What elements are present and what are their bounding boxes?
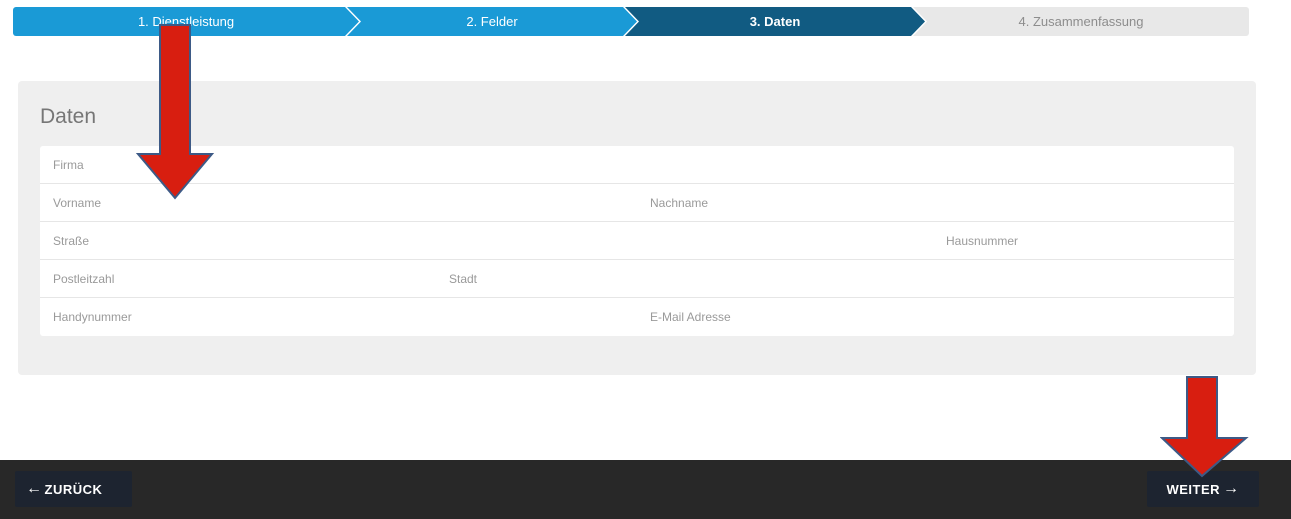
back-button[interactable]: ← ZURÜCK xyxy=(15,471,132,507)
step-label: 3. Daten xyxy=(749,14,801,29)
step-felder[interactable]: 2. Felder xyxy=(347,7,637,36)
form-row-contact: Handynummer E-Mail Adresse xyxy=(40,298,1234,336)
arrow-left-icon: ← xyxy=(26,480,43,497)
arrow-right-icon: → xyxy=(1223,480,1240,497)
back-button-label: ZURÜCK xyxy=(44,481,103,497)
postal-code-field[interactable]: Postleitzahl xyxy=(53,260,433,298)
mobile-number-field[interactable]: Handynummer xyxy=(53,298,633,336)
street-field[interactable]: Straße xyxy=(53,222,933,260)
form-row-company: Firma xyxy=(40,146,1234,184)
form-row-name: Vorname Nachname xyxy=(40,184,1234,222)
annotation-arrow-down-icon xyxy=(135,24,215,200)
step-label: 4. Zusammenfassung xyxy=(1018,14,1144,29)
form-row-city: Postleitzahl Stadt xyxy=(40,260,1234,298)
step-label: 2. Felder xyxy=(466,14,518,29)
data-form: Firma Vorname Nachname Straße Hausnummer… xyxy=(40,146,1234,336)
footer-bar: ← ZURÜCK WEITER → xyxy=(0,460,1291,519)
company-field[interactable]: Firma xyxy=(53,146,1223,184)
step-daten[interactable]: 3. Daten xyxy=(625,7,925,36)
email-field[interactable]: E-Mail Adresse xyxy=(650,298,1220,336)
last-name-field[interactable]: Nachname xyxy=(650,184,1220,222)
annotation-arrow-down-icon xyxy=(1160,376,1249,478)
next-button-label: WEITER xyxy=(1166,481,1221,497)
panel-title: Daten xyxy=(40,105,97,128)
city-field[interactable]: Stadt xyxy=(449,260,1219,298)
step-zusammenfassung: 4. Zusammenfassung xyxy=(913,7,1249,36)
house-number-field[interactable]: Hausnummer xyxy=(946,222,1221,260)
form-row-street: Straße Hausnummer xyxy=(40,222,1234,260)
